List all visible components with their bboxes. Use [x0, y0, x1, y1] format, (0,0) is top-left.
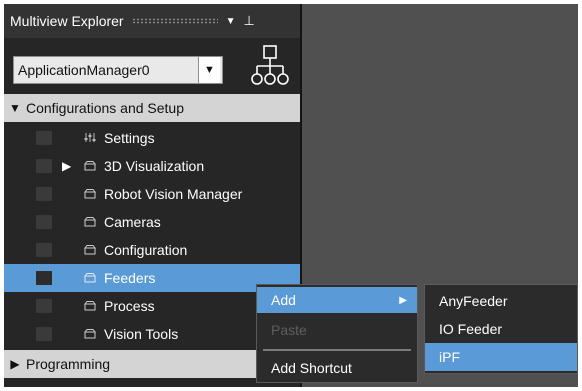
tree-item-label: Process [104, 298, 155, 314]
submenu-item-ipf[interactable]: iPF [425, 343, 577, 371]
tree-item-robot-vision-manager[interactable]: Robot Vision Manager [4, 180, 300, 208]
expanded-triangle-icon[interactable]: ▼ [4, 101, 26, 115]
tree-item-label: 3D Visualization [104, 158, 205, 174]
chevron-down-icon[interactable]: ▼ [198, 57, 220, 83]
menu-item-add-shortcut[interactable]: Add Shortcut [257, 355, 417, 381]
tree-item-label: Robot Vision Manager [104, 186, 243, 202]
folder-icon [84, 217, 96, 227]
tree-item-label: Configuration [104, 242, 188, 258]
menu-item-paste: Paste [257, 317, 417, 343]
application-selector-row: ApplicationManager0 ▼ [4, 38, 300, 90]
tree-item-label: Settings [104, 130, 155, 146]
add-submenu: AnyFeeder IO Feeder iPF [424, 284, 578, 374]
folder-icon [84, 245, 96, 255]
item-checkbox[interactable] [36, 243, 52, 257]
pin-icon[interactable]: ⊥ [244, 13, 255, 29]
settings-icon [84, 133, 96, 142]
tree-item-configuration[interactable]: Configuration [4, 236, 300, 264]
tree-item-3d-visualization[interactable]: ▶ 3D Visualization [4, 152, 300, 180]
group-label: Configurations and Setup [26, 100, 184, 116]
folder-icon [84, 301, 96, 311]
item-checkbox[interactable] [36, 215, 52, 229]
folder-icon [84, 273, 96, 283]
submenu-item-label: IO Feeder [439, 321, 503, 337]
tree-item-label: Cameras [104, 214, 161, 230]
tree-item-cameras[interactable]: Cameras [4, 208, 300, 236]
folder-icon [84, 189, 96, 199]
hierarchy-icon[interactable] [250, 44, 290, 88]
item-checkbox[interactable] [36, 187, 52, 201]
application-manager-value: ApplicationManager0 [18, 62, 150, 78]
explorer-title-bar[interactable]: Multiview Explorer ▼ ⊥ [4, 4, 300, 38]
submenu-item-io-feeder[interactable]: IO Feeder [425, 315, 577, 343]
explorer-title: Multiview Explorer [10, 13, 124, 29]
drag-grip[interactable] [131, 18, 218, 24]
folder-icon [84, 329, 96, 339]
submenu-item-label: AnyFeeder [439, 293, 508, 309]
menu-item-label: Add Shortcut [271, 360, 352, 376]
tree-item-label: Feeders [104, 270, 156, 286]
menu-item-add[interactable]: Add ▶ [257, 287, 417, 313]
menu-item-label: Add [271, 292, 296, 308]
group-configurations-and-setup[interactable]: ▼ Configurations and Setup [4, 94, 300, 122]
collapsed-triangle-icon[interactable]: ▶ [4, 357, 26, 371]
chevron-down-icon[interactable]: ▼ [226, 16, 236, 27]
item-checkbox[interactable] [36, 271, 52, 285]
item-checkbox[interactable] [36, 299, 52, 313]
tree-item-settings[interactable]: Settings [4, 124, 300, 152]
submenu-item-label: iPF [439, 349, 460, 365]
expand-triangle-icon[interactable]: ▶ [62, 159, 71, 173]
submenu-arrow-icon: ▶ [399, 294, 407, 306]
menu-separator [263, 349, 411, 351]
item-checkbox[interactable] [36, 131, 52, 145]
application-manager-dropdown[interactable]: ApplicationManager0 ▼ [13, 56, 223, 84]
folder-icon [84, 161, 96, 171]
item-checkbox[interactable] [36, 159, 52, 173]
group-label: Programming [26, 356, 111, 372]
submenu-item-anyfeeder[interactable]: AnyFeeder [425, 287, 577, 315]
context-menu: Add ▶ Paste Add Shortcut [256, 284, 418, 383]
tree-item-label: Vision Tools [104, 326, 179, 342]
menu-item-label: Paste [271, 322, 307, 338]
item-checkbox[interactable] [36, 327, 52, 341]
